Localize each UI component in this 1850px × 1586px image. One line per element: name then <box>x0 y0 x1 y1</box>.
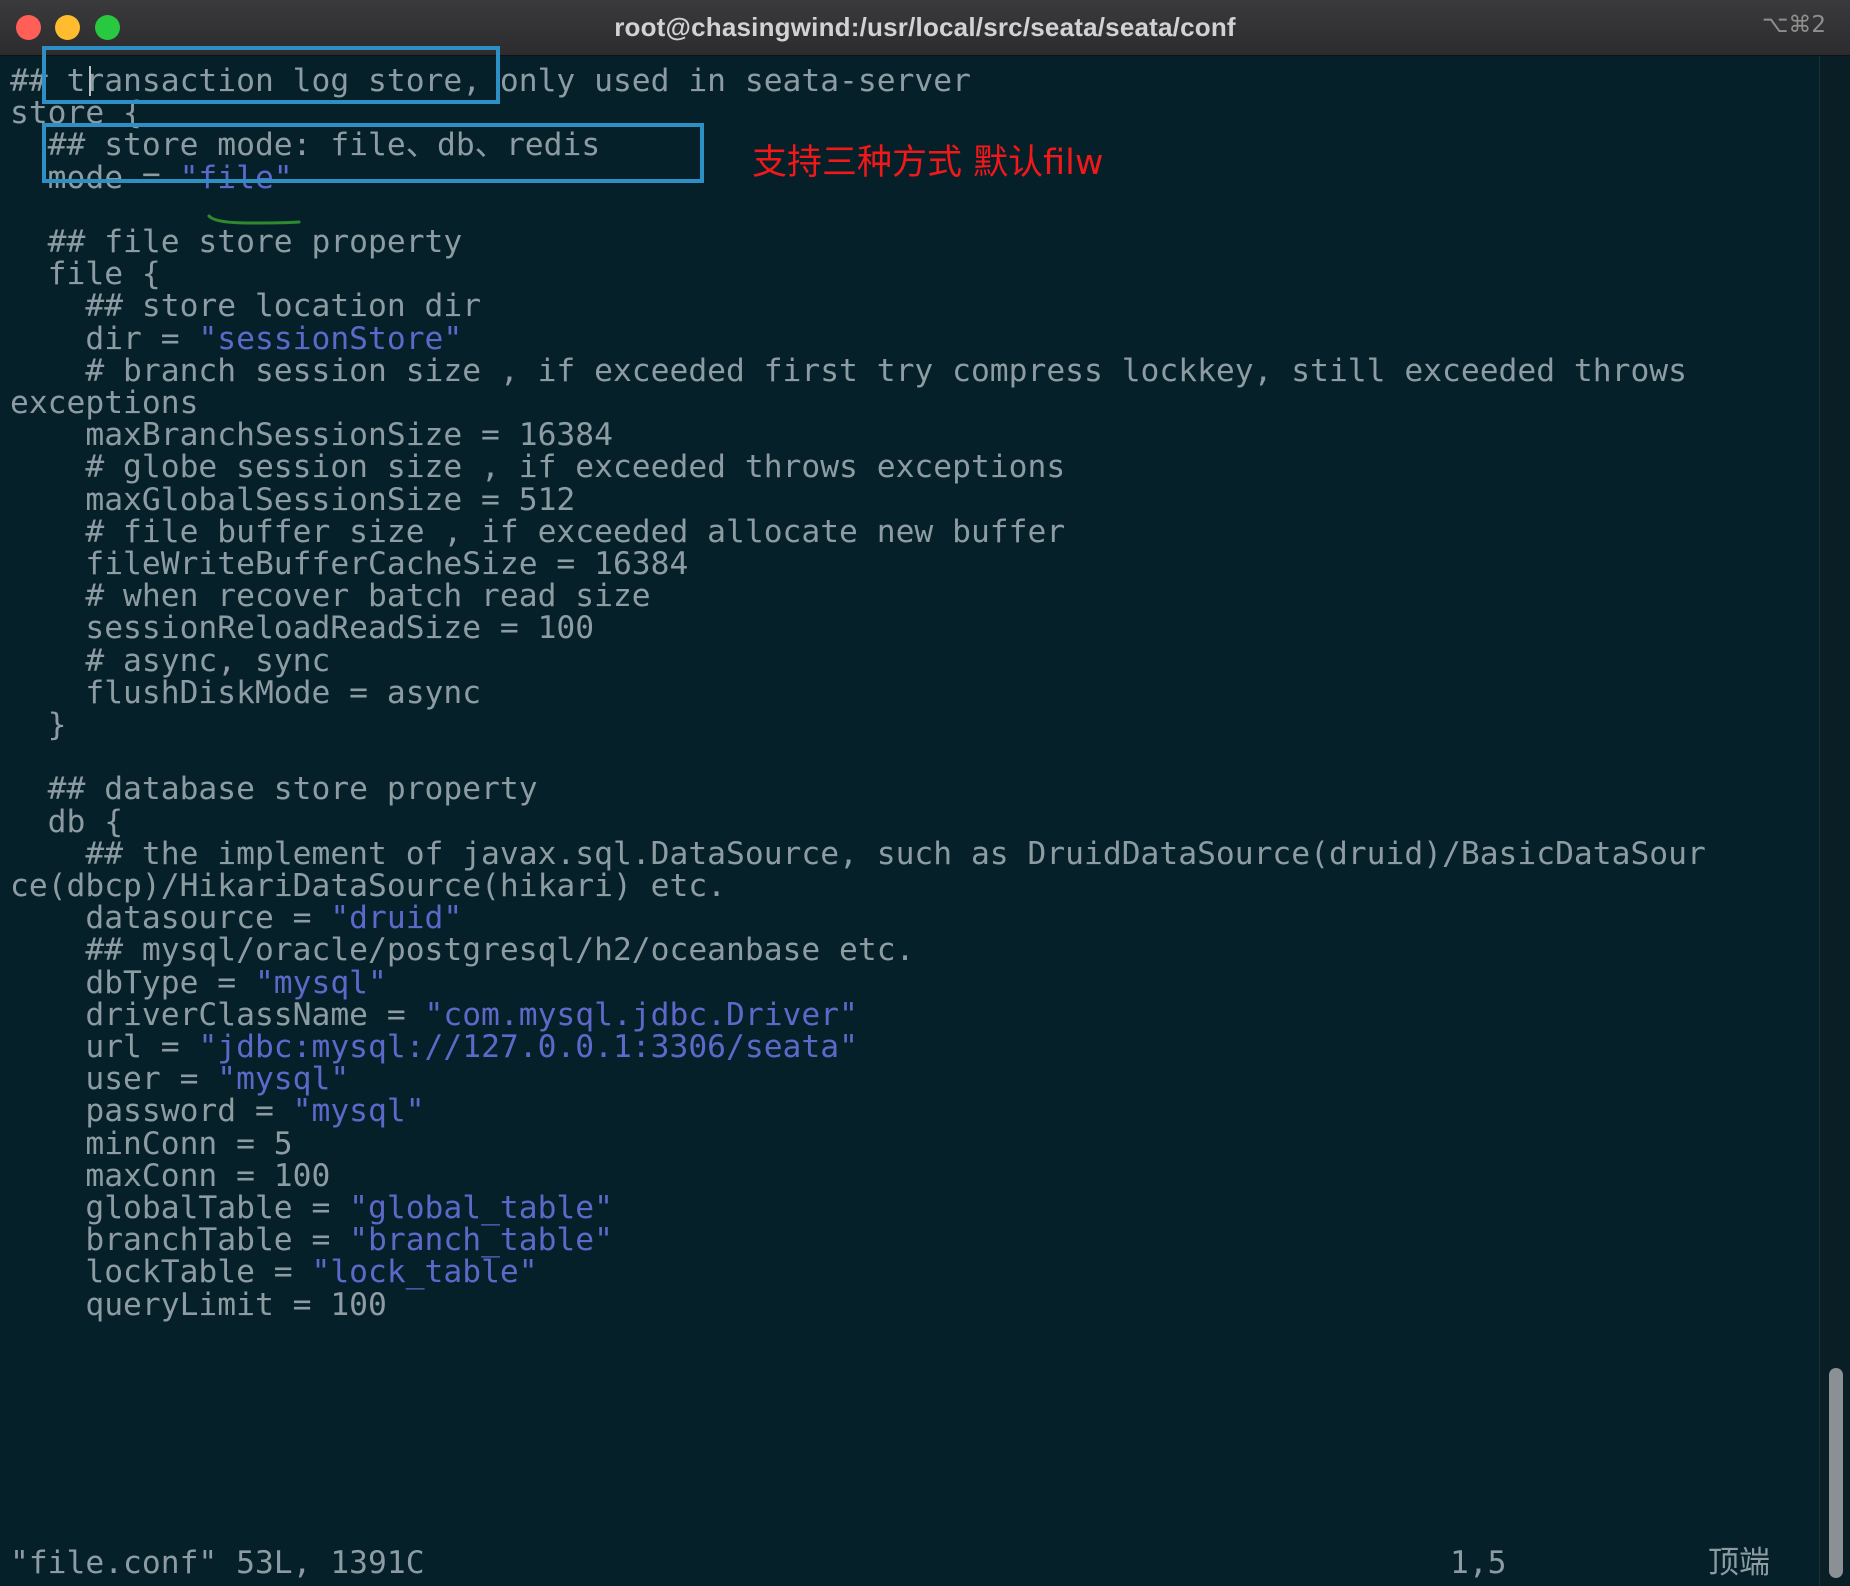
scrollbar[interactable] <box>1819 56 1850 1586</box>
editor-line: # branch session size , if exceeded firs… <box>10 352 1687 390</box>
string-literal: "mysql" <box>292 1093 425 1130</box>
line-text: flushDiskMode = async <box>10 674 482 711</box>
terminal-area[interactable] <box>0 56 1820 1586</box>
line-text: # branch session size , if exceeded firs… <box>10 352 1687 389</box>
line-text: queryLimit = 100 <box>10 1286 387 1323</box>
status-scroll-position: 顶端 <box>1708 1545 1770 1581</box>
editor-line: queryLimit = 100 <box>10 1286 387 1324</box>
scrollbar-thumb[interactable] <box>1829 1368 1843 1578</box>
window-title: root@chasingwind:/usr/local/src/seata/se… <box>614 12 1236 42</box>
annotation-box-store-mode <box>42 123 704 183</box>
window-shortcut: ⌥⌘2 <box>1761 12 1826 38</box>
line-text: } <box>10 707 67 743</box>
annotation-box-title <box>42 46 500 104</box>
editor-line: flushDiskMode = async <box>10 674 481 712</box>
editor-line: } <box>10 706 67 744</box>
annotation-underline <box>207 214 301 225</box>
status-file-info: "file.conf" 53L, 1391C <box>10 1545 425 1581</box>
status-cursor-position: 1,5 <box>1450 1545 1507 1581</box>
annotation-note: 支持三种方式 默认filw <box>752 143 1104 183</box>
